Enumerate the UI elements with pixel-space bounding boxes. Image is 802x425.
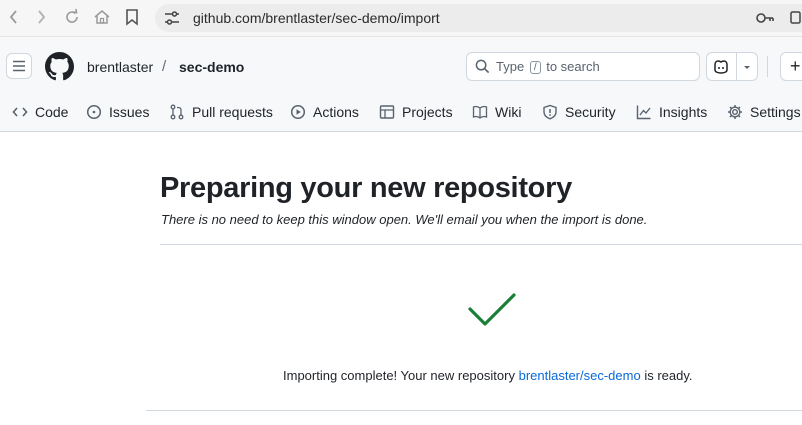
search-prefix: Type [496, 59, 525, 74]
tab-wiki[interactable]: Wiki [472, 99, 521, 125]
menu-button[interactable] [6, 53, 32, 79]
repo-tabs: Code Issues Pull requests Actions Projec… [0, 99, 802, 131]
tab-label: Insights [659, 104, 708, 120]
bookmark-button[interactable] [121, 6, 143, 28]
breadcrumb-owner[interactable]: brentlaster [87, 59, 153, 75]
tab-code[interactable]: Code [12, 99, 68, 125]
pull-request-icon [170, 104, 184, 120]
browser-toolbar: github.com/brentlaster/sec-demo/import [0, 0, 802, 37]
create-new-button[interactable]: + [780, 52, 802, 81]
divider [160, 244, 802, 245]
code-icon [12, 107, 28, 117]
tab-projects[interactable]: Projects [379, 99, 453, 125]
back-button[interactable] [3, 6, 25, 28]
gear-icon [728, 105, 742, 119]
tab-label: Projects [402, 104, 453, 120]
caret-down-icon[interactable] [741, 61, 753, 73]
tab-label: Wiki [495, 104, 522, 120]
home-icon [94, 10, 110, 24]
tab-label: Issues [109, 104, 150, 120]
page-subtitle: There is no need to keep this window ope… [161, 212, 648, 227]
repo-header: brentlaster / sec-demo Type / to search … [0, 37, 802, 132]
search-shortcut-key: / [529, 61, 541, 74]
search-input[interactable]: Type / to search [466, 52, 700, 81]
hamburger-icon [13, 60, 25, 72]
search-placeholder: Type / to search [496, 59, 600, 74]
url-text: github.com/brentlaster/sec-demo/import [193, 10, 440, 26]
copilot-icon [714, 60, 728, 74]
key-icon[interactable] [755, 10, 775, 26]
checkmark-icon [468, 293, 516, 326]
tab-pull-requests[interactable]: Pull requests [169, 99, 273, 125]
tab-insights[interactable]: Insights [636, 99, 707, 125]
search-suffix: to search [546, 59, 600, 74]
shield-icon [543, 104, 557, 120]
tab-settings[interactable]: Settings [727, 99, 801, 125]
site-settings-icon[interactable] [163, 10, 181, 26]
chevron-right-icon [38, 10, 46, 24]
search-icon [475, 59, 490, 74]
chevron-left-icon [9, 10, 17, 24]
share-icon[interactable] [787, 10, 802, 26]
reload-icon [66, 8, 78, 23]
page-title: Preparing your new repository [160, 172, 572, 204]
forward-button[interactable] [30, 6, 52, 28]
tab-actions[interactable]: Actions [290, 99, 359, 125]
tab-label: Settings [750, 104, 801, 120]
breadcrumb-repo[interactable]: sec-demo [179, 59, 244, 75]
table-icon [379, 105, 395, 119]
divider [146, 410, 802, 411]
play-icon [290, 104, 306, 120]
status-prefix: Importing complete! Your new repository [283, 368, 515, 383]
breadcrumb-separator: / [162, 58, 167, 75]
header-divider [767, 56, 768, 77]
import-status-message: Importing complete! Your new repository … [283, 368, 693, 383]
tab-label: Pull requests [192, 104, 273, 120]
tab-security[interactable]: Security [542, 99, 616, 125]
status-suffix: is ready. [644, 368, 693, 383]
copilot-divider [736, 53, 737, 80]
tab-label: Actions [313, 104, 359, 120]
address-bar[interactable]: github.com/brentlaster/sec-demo/import [155, 4, 802, 32]
github-logo-icon[interactable] [45, 52, 74, 81]
tab-issues[interactable]: Issues [86, 99, 149, 125]
issue-icon [86, 104, 102, 120]
home-button[interactable] [91, 6, 113, 28]
graph-icon [636, 105, 651, 120]
tab-label: Security [565, 104, 616, 120]
plus-icon: + [790, 56, 801, 76]
book-icon [472, 105, 488, 119]
reload-button[interactable] [61, 6, 83, 28]
bookmark-icon [126, 9, 138, 26]
copilot-button[interactable] [706, 52, 758, 81]
tab-label: Code [35, 104, 69, 120]
repo-link[interactable]: brentlaster/sec-demo [519, 368, 641, 383]
